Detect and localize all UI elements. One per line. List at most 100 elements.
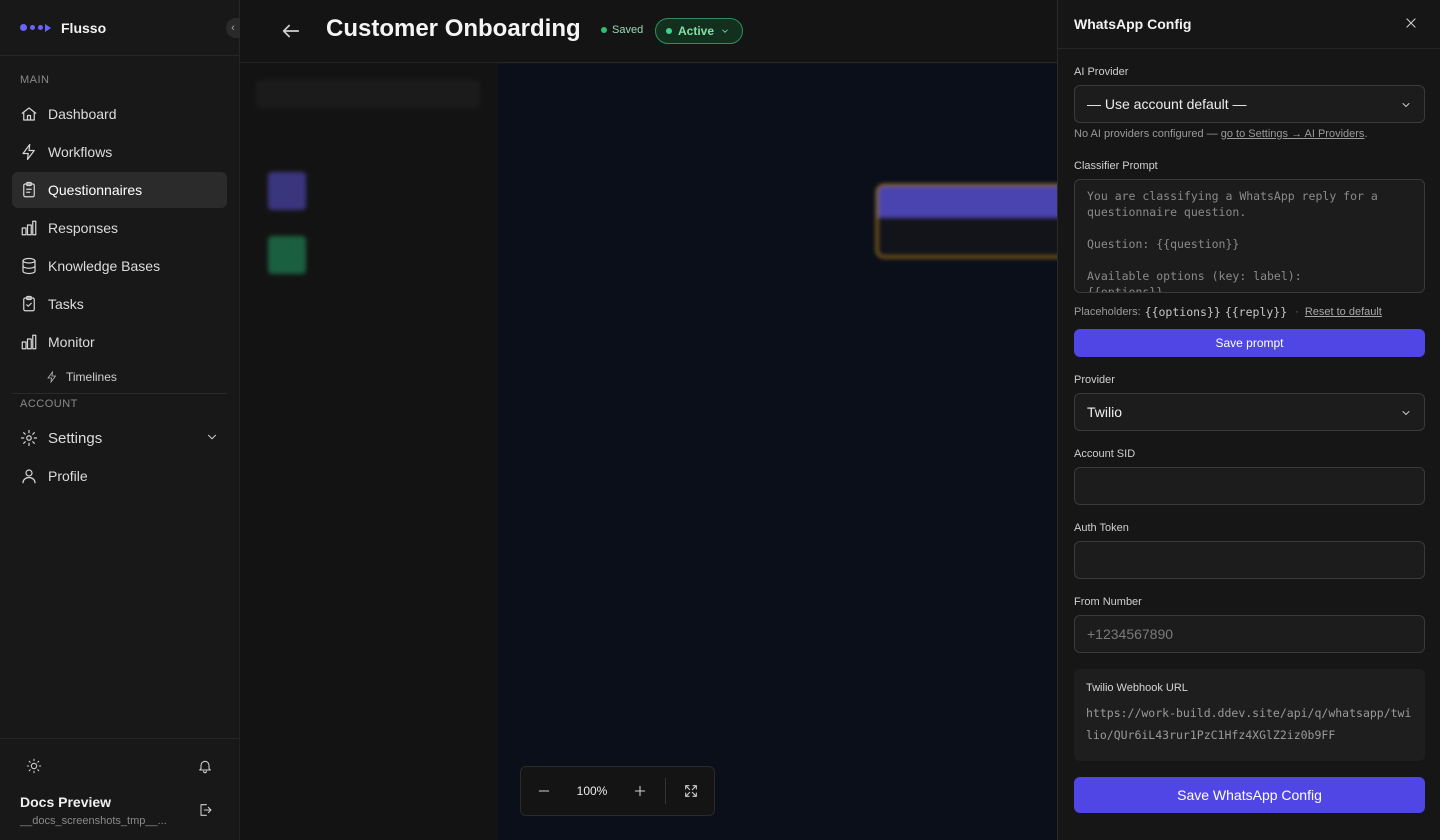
sidebar-item-dashboard[interactable]: Dashboard	[12, 96, 227, 132]
editor-header: Customer Onboarding Saved Active	[240, 0, 1057, 63]
settings-ai-providers-link[interactable]: go to Settings → AI Providers	[1221, 128, 1365, 140]
ai-provider-hint: No AI providers configured — go to Setti…	[1074, 128, 1368, 140]
bar-chart-icon	[20, 219, 38, 237]
webhook-url-box: Twilio Webhook URL https://work-build.dd…	[1074, 669, 1425, 761]
whatsapp-config-panel: WhatsApp Config AI Provider — Use accoun…	[1057, 0, 1440, 840]
close-icon[interactable]	[1404, 16, 1420, 32]
sidebar: Flusso ‹ MAIN Dashboard Workflows Questi…	[0, 0, 240, 840]
classifier-prompt-textarea[interactable]: You are classifying a WhatsApp reply for…	[1074, 179, 1425, 293]
sidebar-item-label: Profile	[48, 468, 88, 484]
chevron-down-icon	[1402, 103, 1410, 107]
collapse-sidebar-button[interactable]: ‹	[226, 18, 240, 38]
zoom-level: 100%	[576, 784, 608, 798]
placeholders-label: Placeholders:	[1074, 306, 1141, 318]
reset-to-default-link[interactable]: Reset to default	[1305, 306, 1382, 318]
panel-title: WhatsApp Config	[1074, 16, 1192, 32]
classifier-prompt-label: Classifier Prompt	[1074, 160, 1158, 172]
node-palette	[240, 64, 498, 840]
provider-label: Provider	[1074, 374, 1115, 386]
sidebar-item-label: Tasks	[48, 296, 84, 312]
brand: Flusso ‹	[0, 0, 240, 56]
ai-provider-value: — Use account default —	[1087, 96, 1247, 112]
placeholders-row: Placeholders: {{options}} {{reply}} · Re…	[1074, 305, 1382, 319]
zoom-in-button[interactable]	[617, 766, 663, 816]
auth-token-input[interactable]	[1074, 541, 1425, 579]
sidebar-item-label: Knowledge Bases	[48, 258, 161, 274]
sidebar-item-knowledge-bases[interactable]: Knowledge Bases	[12, 248, 227, 284]
sidebar-footer: Docs Preview __docs_screenshots_tmp__...	[0, 738, 239, 840]
flusso-logo-icon	[20, 23, 51, 32]
fit-view-button[interactable]	[668, 766, 714, 816]
auth-token-label: Auth Token	[1074, 522, 1129, 534]
hint-text: No AI providers configured —	[1074, 128, 1221, 140]
webhook-url-value[interactable]: https://work-build.ddev.site/api/q/whats…	[1086, 702, 1413, 746]
chevron-down-icon	[205, 430, 219, 447]
save-whatsapp-config-button[interactable]: Save WhatsApp Config	[1074, 777, 1425, 813]
zoom-controls: 100%	[520, 766, 715, 816]
sidebar-item-profile[interactable]: Profile	[12, 458, 227, 494]
clipboard-icon	[20, 181, 38, 199]
clipboard-check-icon	[20, 295, 38, 313]
chevron-down-icon	[1402, 411, 1410, 415]
plus-icon	[634, 785, 646, 797]
palette-search	[256, 80, 480, 108]
bolt-icon	[20, 143, 38, 161]
user-email: __docs_screenshots_tmp__...	[20, 815, 167, 827]
bolt-icon	[47, 371, 57, 383]
logout-icon[interactable]	[197, 802, 213, 823]
sidebar-item-questionnaires[interactable]: Questionnaires	[12, 172, 227, 208]
user-name: Docs Preview	[20, 794, 112, 810]
sidebar-item-label: Responses	[48, 220, 119, 236]
palette-node	[268, 172, 468, 216]
database-icon	[20, 257, 38, 275]
zoom-out-button[interactable]	[521, 766, 567, 816]
expand-icon	[685, 785, 697, 797]
account-sid-label: Account SID	[1074, 448, 1136, 460]
sidebar-subitem-label: Timelines	[66, 370, 117, 384]
provider-value: Twilio	[1087, 404, 1123, 420]
status-label: Active	[678, 24, 715, 38]
webhook-url-label: Twilio Webhook URL	[1086, 682, 1188, 694]
back-arrow-icon[interactable]	[280, 20, 302, 42]
chevron-down-icon	[722, 29, 728, 33]
from-number-input[interactable]	[1074, 615, 1425, 653]
canvas-node-selected[interactable]	[876, 184, 1057, 258]
sidebar-item-responses[interactable]: Responses	[12, 210, 227, 246]
palette-node	[268, 236, 468, 280]
gear-icon	[20, 429, 38, 447]
sidebar-item-tasks[interactable]: Tasks	[12, 286, 227, 322]
sidebar-item-settings[interactable]: Settings	[12, 420, 227, 456]
sidebar-item-label: Settings	[48, 429, 103, 447]
save-prompt-button[interactable]: Save prompt	[1074, 329, 1425, 357]
placeholder-options: {{options}}	[1144, 305, 1221, 319]
saved-status-badge: Saved	[601, 24, 643, 36]
sidebar-subitem-timelines[interactable]: Timelines	[46, 367, 117, 387]
workflow-canvas[interactable]: 100%	[498, 64, 1057, 840]
bell-icon[interactable]	[197, 758, 213, 779]
sidebar-divider	[12, 393, 227, 394]
theme-toggle-sun-icon[interactable]	[26, 758, 42, 779]
account-sid-input[interactable]	[1074, 467, 1425, 505]
sidebar-item-workflows[interactable]: Workflows	[12, 134, 227, 170]
sidebar-item-label: Questionnaires	[48, 182, 143, 198]
separator: ·	[1295, 306, 1299, 318]
bar-chart-icon	[20, 333, 38, 351]
sidebar-item-label: Monitor	[48, 334, 95, 350]
ai-provider-label: AI Provider	[1074, 66, 1129, 78]
placeholder-reply: {{reply}}	[1224, 305, 1288, 319]
user-icon	[20, 467, 38, 485]
ai-provider-select[interactable]: — Use account default —	[1074, 85, 1425, 123]
provider-select[interactable]: Twilio	[1074, 393, 1425, 431]
minus-icon	[538, 790, 550, 792]
status-dropdown[interactable]: Active	[655, 18, 743, 44]
home-icon	[20, 105, 38, 123]
sidebar-item-monitor[interactable]: Monitor	[12, 324, 227, 360]
sidebar-item-label: Workflows	[48, 144, 113, 160]
main-section-label: MAIN	[20, 74, 50, 86]
page-title: Customer Onboarding	[326, 15, 581, 42]
account-section-label: ACCOUNT	[20, 398, 78, 410]
zoom-divider	[664, 778, 666, 804]
saved-label: Saved	[612, 24, 644, 36]
hint-suffix: .	[1364, 128, 1368, 140]
panel-divider	[1058, 48, 1440, 49]
